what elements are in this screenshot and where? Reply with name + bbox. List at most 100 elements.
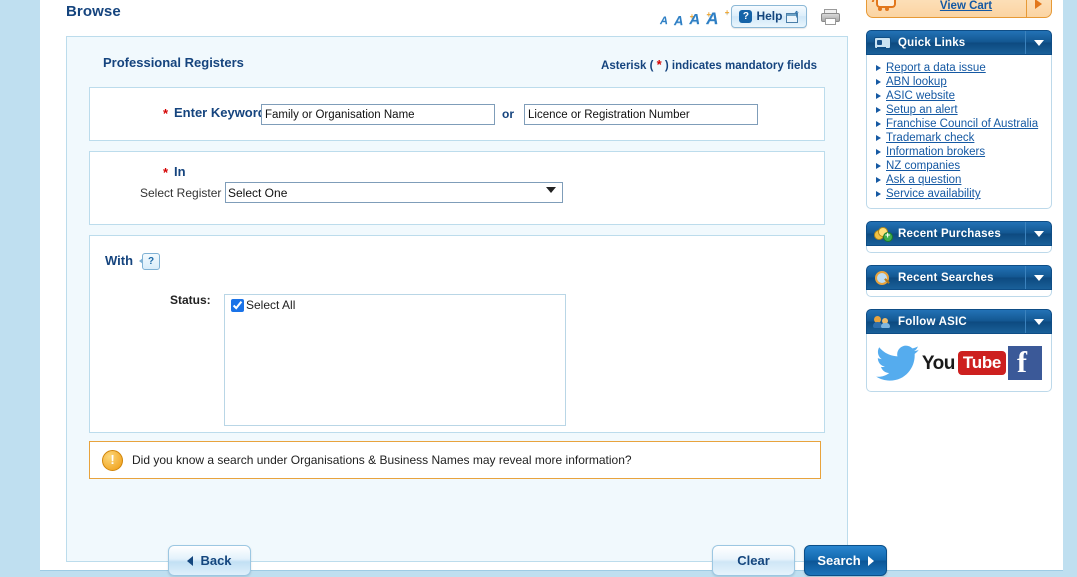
panel-quick-links-header[interactable]: Quick Links xyxy=(866,30,1052,55)
quick-link-label[interactable]: Report a data issue xyxy=(886,62,986,74)
with-help-icon[interactable]: ? xyxy=(139,253,160,270)
quick-link-item[interactable]: Information brokers xyxy=(867,145,1051,159)
quick-link-label[interactable]: ASIC website xyxy=(886,90,955,102)
shopping-cart-box[interactable]: Shopping Cart (0) View Cart xyxy=(866,0,1052,18)
facebook-icon[interactable]: f xyxy=(1008,346,1043,380)
clear-button-label: Clear xyxy=(737,553,770,568)
panel-title: Professional Registers xyxy=(103,55,244,70)
panel-follow-asic-title: Follow ASIC xyxy=(898,315,967,328)
panel-follow-asic: Follow ASIC You Tube f xyxy=(866,309,1052,392)
keyword-name-input[interactable] xyxy=(261,104,495,125)
panel-recent-searches-title: Recent Searches xyxy=(898,271,994,284)
status-label: Status: xyxy=(170,293,211,307)
quick-link-item[interactable]: ABN lookup xyxy=(867,75,1051,89)
font-size-smallest-icon[interactable]: A xyxy=(660,16,673,27)
status-select-all-item[interactable]: Select All xyxy=(225,295,565,312)
in-label: * In xyxy=(163,164,186,180)
youtube-you-label: You xyxy=(921,352,955,374)
quick-link-item[interactable]: NZ companies xyxy=(867,159,1051,173)
panel-recent-purchases-title: Recent Purchases xyxy=(898,227,1001,240)
people-icon xyxy=(873,315,891,329)
warning-icon: ! xyxy=(102,449,123,471)
bullet-arrow-icon xyxy=(876,121,881,127)
help-button[interactable]: ? Help ↗ xyxy=(731,4,808,28)
status-listbox[interactable]: Select All xyxy=(224,294,566,426)
panel-recent-purchases-toggle[interactable] xyxy=(1025,222,1051,245)
select-all-checkbox[interactable] xyxy=(231,298,244,312)
quick-link-item[interactable]: Report a data issue xyxy=(867,61,1051,75)
back-button[interactable]: Back xyxy=(168,545,251,576)
keyword-or-label: or xyxy=(502,107,514,121)
bullet-arrow-icon xyxy=(876,177,881,183)
quick-link-item[interactable]: Franchise Council of Australia xyxy=(867,117,1051,131)
search-button-label: Search xyxy=(817,553,861,568)
select-register-dropdown[interactable]: Select One xyxy=(225,182,563,203)
panel-recent-purchases-header[interactable]: Recent Purchases xyxy=(866,221,1052,246)
printer-icon[interactable] xyxy=(821,8,841,25)
with-section: With ? Status: Select All xyxy=(89,235,825,433)
quick-link-label[interactable]: NZ companies xyxy=(886,160,960,172)
bullet-arrow-icon xyxy=(876,79,881,85)
page-title: Browse xyxy=(66,3,121,20)
panel-follow-asic-toggle[interactable] xyxy=(1025,310,1051,333)
quick-link-label[interactable]: Service availability xyxy=(886,188,981,200)
back-button-label: Back xyxy=(200,553,232,568)
new-window-icon: ↗ xyxy=(786,7,803,23)
panel-recent-searches-body xyxy=(866,290,1052,297)
quick-link-label[interactable]: Information brokers xyxy=(886,146,985,158)
keyword-section: * Enter Keyword(s) or xyxy=(89,87,825,141)
keyword-licence-input[interactable] xyxy=(524,104,758,125)
panel-follow-asic-header[interactable]: Follow ASIC xyxy=(866,309,1052,334)
quick-link-item[interactable]: Ask a question xyxy=(867,173,1051,187)
panel-quick-links: Quick Links Report a data issue ABN look… xyxy=(866,30,1052,209)
quick-link-label[interactable]: Ask a question xyxy=(886,174,961,186)
right-rail xyxy=(1063,0,1077,576)
cart-expand-arrow[interactable] xyxy=(1026,0,1051,17)
chevron-right-icon xyxy=(867,555,874,566)
header-toolbar: A A + A + A + ? Help ↗ xyxy=(660,2,841,30)
mandatory-note-pre: Asterisk ( xyxy=(601,60,657,72)
youtube-tube-label: Tube xyxy=(957,351,1007,375)
panel-recent-purchases: Recent Purchases xyxy=(866,221,1052,253)
with-label: With xyxy=(105,253,134,268)
quick-link-label[interactable]: Trademark check xyxy=(886,132,974,144)
panel-header: Professional Registers Asterisk ( * ) in… xyxy=(67,37,847,73)
clear-button[interactable]: Clear xyxy=(712,545,795,576)
select-register-label: Select Register xyxy=(140,186,222,200)
panel-recent-searches: Recent Searches xyxy=(866,265,1052,297)
required-asterisk-icon: * xyxy=(163,165,169,180)
youtube-icon[interactable]: You Tube xyxy=(921,351,1007,375)
browse-page: Browse A A + A + A + ? Help ↗ Profession… xyxy=(0,0,1077,577)
panel-quick-links-body: Report a data issue ABN lookup ASIC webs… xyxy=(866,55,1052,209)
bullet-arrow-icon xyxy=(876,107,881,113)
notice-text: Did you know a search under Organisation… xyxy=(132,453,632,467)
quick-link-label[interactable]: Franchise Council of Australia xyxy=(886,118,1038,130)
twitter-icon[interactable] xyxy=(876,344,920,382)
bullet-arrow-icon xyxy=(876,93,881,99)
quick-link-item[interactable]: Service availability xyxy=(867,187,1051,201)
mandatory-note-post: ) indicates mandatory fields xyxy=(661,60,817,72)
panel-recent-searches-header[interactable]: Recent Searches xyxy=(866,265,1052,290)
info-notice: ! Did you know a search under Organisati… xyxy=(89,441,821,479)
professional-registers-panel: Professional Registers Asterisk ( * ) in… xyxy=(66,36,887,576)
panel-quick-links-toggle[interactable] xyxy=(1025,31,1051,54)
font-size-controls[interactable]: A A + A + A + xyxy=(660,5,729,28)
panel-recent-searches-toggle[interactable] xyxy=(1025,266,1051,289)
coins-icon xyxy=(874,226,893,242)
quick-link-item[interactable]: Trademark check xyxy=(867,131,1051,145)
panel-follow-asic-body: You Tube f xyxy=(866,334,1052,392)
font-size-large-icon[interactable]: A + xyxy=(706,9,729,28)
search-button[interactable]: Search xyxy=(804,545,887,576)
font-size-small-icon[interactable]: A + xyxy=(674,13,694,28)
quick-link-label[interactable]: Setup an alert xyxy=(886,104,958,116)
select-register-wrapper: Select One xyxy=(225,182,563,203)
font-size-medium-icon[interactable]: A + xyxy=(689,11,711,28)
view-cart-link[interactable]: View Cart xyxy=(901,0,1031,12)
bullet-arrow-icon xyxy=(876,135,881,141)
monitor-icon xyxy=(874,36,891,50)
panel-recent-purchases-body xyxy=(866,246,1052,253)
quick-link-item[interactable]: ASIC website xyxy=(867,89,1051,103)
quick-link-item[interactable]: Setup an alert xyxy=(867,103,1051,117)
bullet-arrow-icon xyxy=(876,65,881,71)
quick-link-label[interactable]: ABN lookup xyxy=(886,76,947,88)
